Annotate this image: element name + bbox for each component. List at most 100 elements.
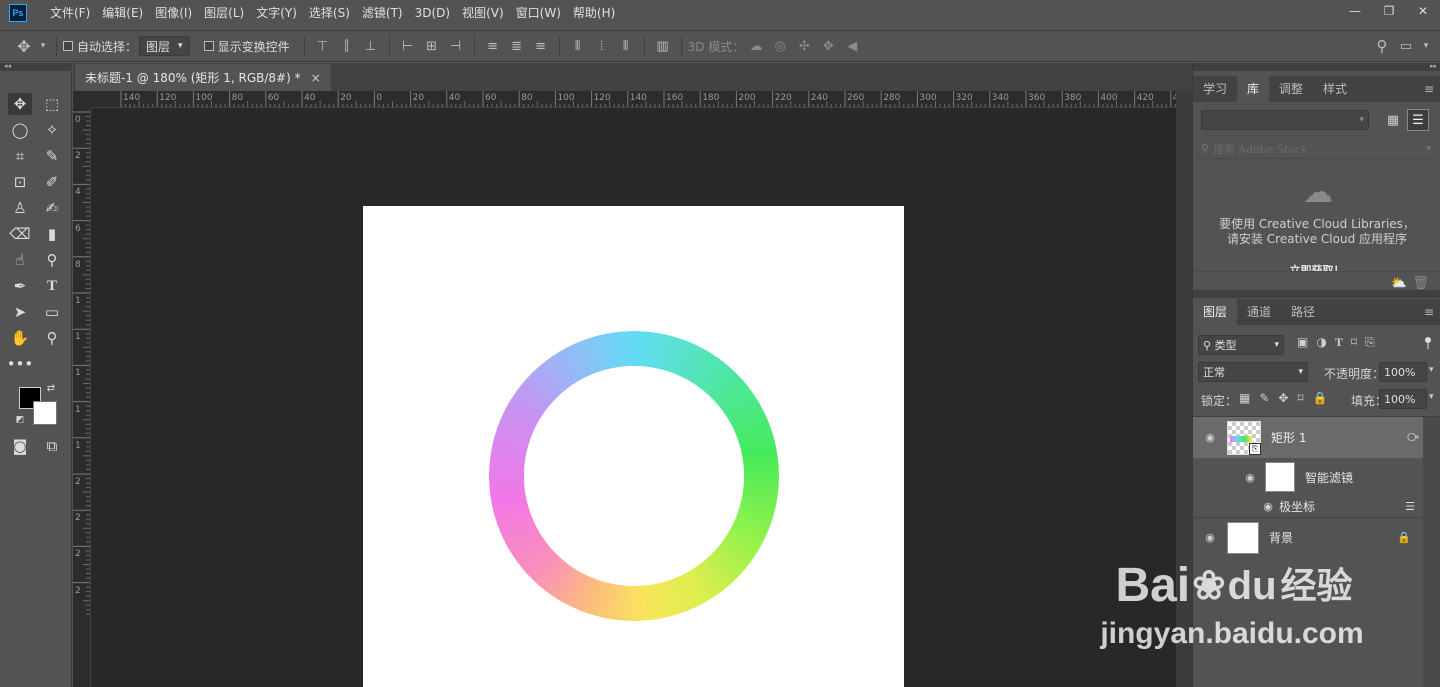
eye-icon[interactable]: ◉ <box>1261 500 1275 513</box>
panel-collapse-handle[interactable]: ▸▸ <box>1193 62 1440 71</box>
restore-button[interactable]: ❐ <box>1372 0 1406 22</box>
align-right-edges-icon[interactable]: ⊣ <box>446 36 466 56</box>
lock-position-icon[interactable]: ✥ <box>1278 391 1288 405</box>
align-vertical-centers-icon[interactable]: ⫿ <box>337 36 357 56</box>
layers-panel-tab[interactable]: 通道 <box>1237 299 1281 325</box>
background-layer-name[interactable]: 背景 <box>1269 529 1293 546</box>
rectangular-marquee-icon[interactable]: ⬚ <box>40 93 64 115</box>
lasso-icon[interactable]: ◯ <box>8 119 32 141</box>
smart-filters-row[interactable]: ◉ 智能滤镜 <box>1193 458 1423 496</box>
document-tab[interactable]: 未标题-1 @ 180% (矩形 1, RGB/8#) * × <box>75 64 331 91</box>
layers-panel-tab[interactable]: 路径 <box>1281 299 1325 325</box>
swap-colors-icon[interactable]: ⇄ <box>44 381 58 395</box>
pen-icon[interactable]: ✒ <box>8 275 32 297</box>
menu-item[interactable]: 帮助(H) <box>567 0 621 26</box>
close-window-button[interactable]: ✕ <box>1406 0 1440 22</box>
move-tool-icon[interactable]: ✥ <box>8 93 32 115</box>
menu-item[interactable]: 3D(D) <box>409 0 456 26</box>
healing-brush-icon[interactable]: ⊡ <box>8 171 32 193</box>
smart-filters-name[interactable]: 智能滤镜 <box>1305 469 1353 486</box>
menu-item[interactable]: 选择(S) <box>303 0 356 26</box>
background-color-swatch[interactable] <box>33 401 57 425</box>
align-left-edges-icon[interactable]: ⊢ <box>398 36 418 56</box>
opacity-input[interactable]: 100% <box>1379 362 1427 382</box>
dodge-icon[interactable]: ⚲ <box>40 249 64 271</box>
filter-effect-row[interactable]: ◉ 极坐标 ☰ <box>1193 496 1423 516</box>
clone-stamp-icon[interactable]: ♙ <box>8 197 32 219</box>
library-panel-tab[interactable]: 调整 <box>1269 76 1313 102</box>
filter-blending-options-icon[interactable]: ☰ <box>1405 500 1415 513</box>
brush-icon[interactable]: ✐ <box>40 171 64 193</box>
pixel-layer-filter-icon[interactable]: ▣ <box>1297 335 1308 350</box>
show-transform-option[interactable]: 显示变换控件 <box>203 38 290 55</box>
library-panel-tab[interactable]: 库 <box>1237 76 1270 102</box>
lock-transparent-icon[interactable]: ▦ <box>1239 391 1250 405</box>
search-icon[interactable]: ⚲ <box>1372 36 1392 56</box>
menu-item[interactable]: 文件(F) <box>44 0 96 26</box>
library-select-dropdown[interactable]: ▾ <box>1201 110 1369 130</box>
distribute-right-icon[interactable]: ⦀ <box>616 36 636 56</box>
3d-slide-icon[interactable]: ✥ <box>818 36 838 56</box>
auto-select-target-dropdown[interactable]: 图层 ▾ <box>139 36 190 56</box>
distribute-left-icon[interactable]: ⦀ <box>568 36 588 56</box>
default-colors-icon[interactable]: ◩ <box>13 413 27 427</box>
document-canvas[interactable] <box>363 206 904 687</box>
chevron-down-icon[interactable]: ▾ <box>1420 36 1432 56</box>
smart-object-filter-icon[interactable]: ⎘ <box>1365 335 1375 350</box>
align-bottom-edges-icon[interactable]: ⊥ <box>361 36 381 56</box>
magic-wand-icon[interactable]: ✧ <box>40 119 64 141</box>
distribute-top-icon[interactable]: ≡ <box>483 36 503 56</box>
3d-roll-icon[interactable]: ◎ <box>770 36 790 56</box>
show-transform-checkbox[interactable] <box>203 41 214 51</box>
distribute-hcenter-icon[interactable]: ⦙ <box>592 36 612 56</box>
type-tool-icon[interactable]: T <box>40 275 64 297</box>
gradient-icon[interactable]: ▮ <box>40 223 64 245</box>
cloud-sync-icon[interactable]: ⛅ <box>1391 276 1407 291</box>
type-layer-filter-icon[interactable]: T <box>1335 335 1343 350</box>
library-panel-tab[interactable]: 样式 <box>1313 76 1357 102</box>
toolbar-collapse-handle[interactable]: ◂◂ <box>0 62 72 71</box>
eraser-icon[interactable]: ⌫ <box>8 223 32 245</box>
zoom-icon[interactable]: ⚲ <box>40 327 64 349</box>
chevron-down-icon[interactable]: ▾ <box>38 36 48 56</box>
layer-filter-dropdown[interactable]: ⚲ 类型 ▾ <box>1198 335 1284 355</box>
filter-toggle-switch[interactable] <box>1425 335 1433 349</box>
adjustment-layer-filter-icon[interactable]: ◑ <box>1316 335 1326 350</box>
lock-artboard-icon[interactable]: ⌑ <box>1297 391 1303 405</box>
filter-effect-name[interactable]: 极坐标 <box>1279 498 1315 515</box>
layers-scrollbar[interactable] <box>1423 417 1440 687</box>
workspace-icon[interactable]: ▭ <box>1396 36 1416 56</box>
library-panel-tab[interactable]: 学习 <box>1193 76 1237 102</box>
chevron-down-icon[interactable]: ▾ <box>1429 365 1434 375</box>
distribute-bottom-icon[interactable]: ≡ <box>531 36 551 56</box>
align-horizontal-centers-icon[interactable]: ⊞ <box>422 36 442 56</box>
3d-orbit-icon[interactable]: ☁ <box>746 36 766 56</box>
menu-item[interactable]: 文字(Y) <box>250 0 303 26</box>
stock-search-field[interactable]: ⚲ 搜索 Adobe Stock ▾ <box>1197 139 1435 159</box>
blend-mode-dropdown[interactable]: 正常 ▾ <box>1198 362 1308 382</box>
rectangle-tool-icon[interactable]: ▭ <box>40 301 64 323</box>
auto-select-option[interactable]: 自动选择： <box>63 38 137 55</box>
screen-mode-icon[interactable]: ⧉ <box>40 435 64 457</box>
history-brush-icon[interactable]: ✍ <box>40 197 64 219</box>
more-tools-icon[interactable]: ••• <box>7 353 34 375</box>
fill-input[interactable]: 100% <box>1379 389 1427 409</box>
layer-name[interactable]: 矩形 1 <box>1271 429 1306 446</box>
layers-panel-menu-icon[interactable]: ≡ <box>1424 305 1434 319</box>
lock-all-icon[interactable]: 🔒 <box>1313 391 1328 405</box>
menu-item[interactable]: 滤镜(T) <box>356 0 409 26</box>
hand-icon[interactable]: ✋ <box>8 327 32 349</box>
menu-item[interactable]: 视图(V) <box>456 0 510 26</box>
minimize-button[interactable]: — <box>1338 0 1372 22</box>
menu-item[interactable]: 窗口(W) <box>510 0 567 26</box>
trash-icon[interactable]: 🗑 <box>1412 276 1429 291</box>
quick-mask-icon[interactable]: ◙ <box>8 435 32 457</box>
eye-icon[interactable]: ◉ <box>1203 531 1217 544</box>
lock-image-icon[interactable]: ✎ <box>1259 391 1269 405</box>
layer-row-background[interactable]: ◉ 背景 🔒 <box>1193 517 1423 557</box>
auto-align-layers-icon[interactable]: ▥ <box>653 36 673 56</box>
smudge-icon[interactable]: ☝ <box>8 249 32 271</box>
3d-pan-icon[interactable]: ✣ <box>794 36 814 56</box>
auto-select-checkbox[interactable] <box>63 41 73 51</box>
3d-scale-icon[interactable]: ◀ <box>842 36 862 56</box>
